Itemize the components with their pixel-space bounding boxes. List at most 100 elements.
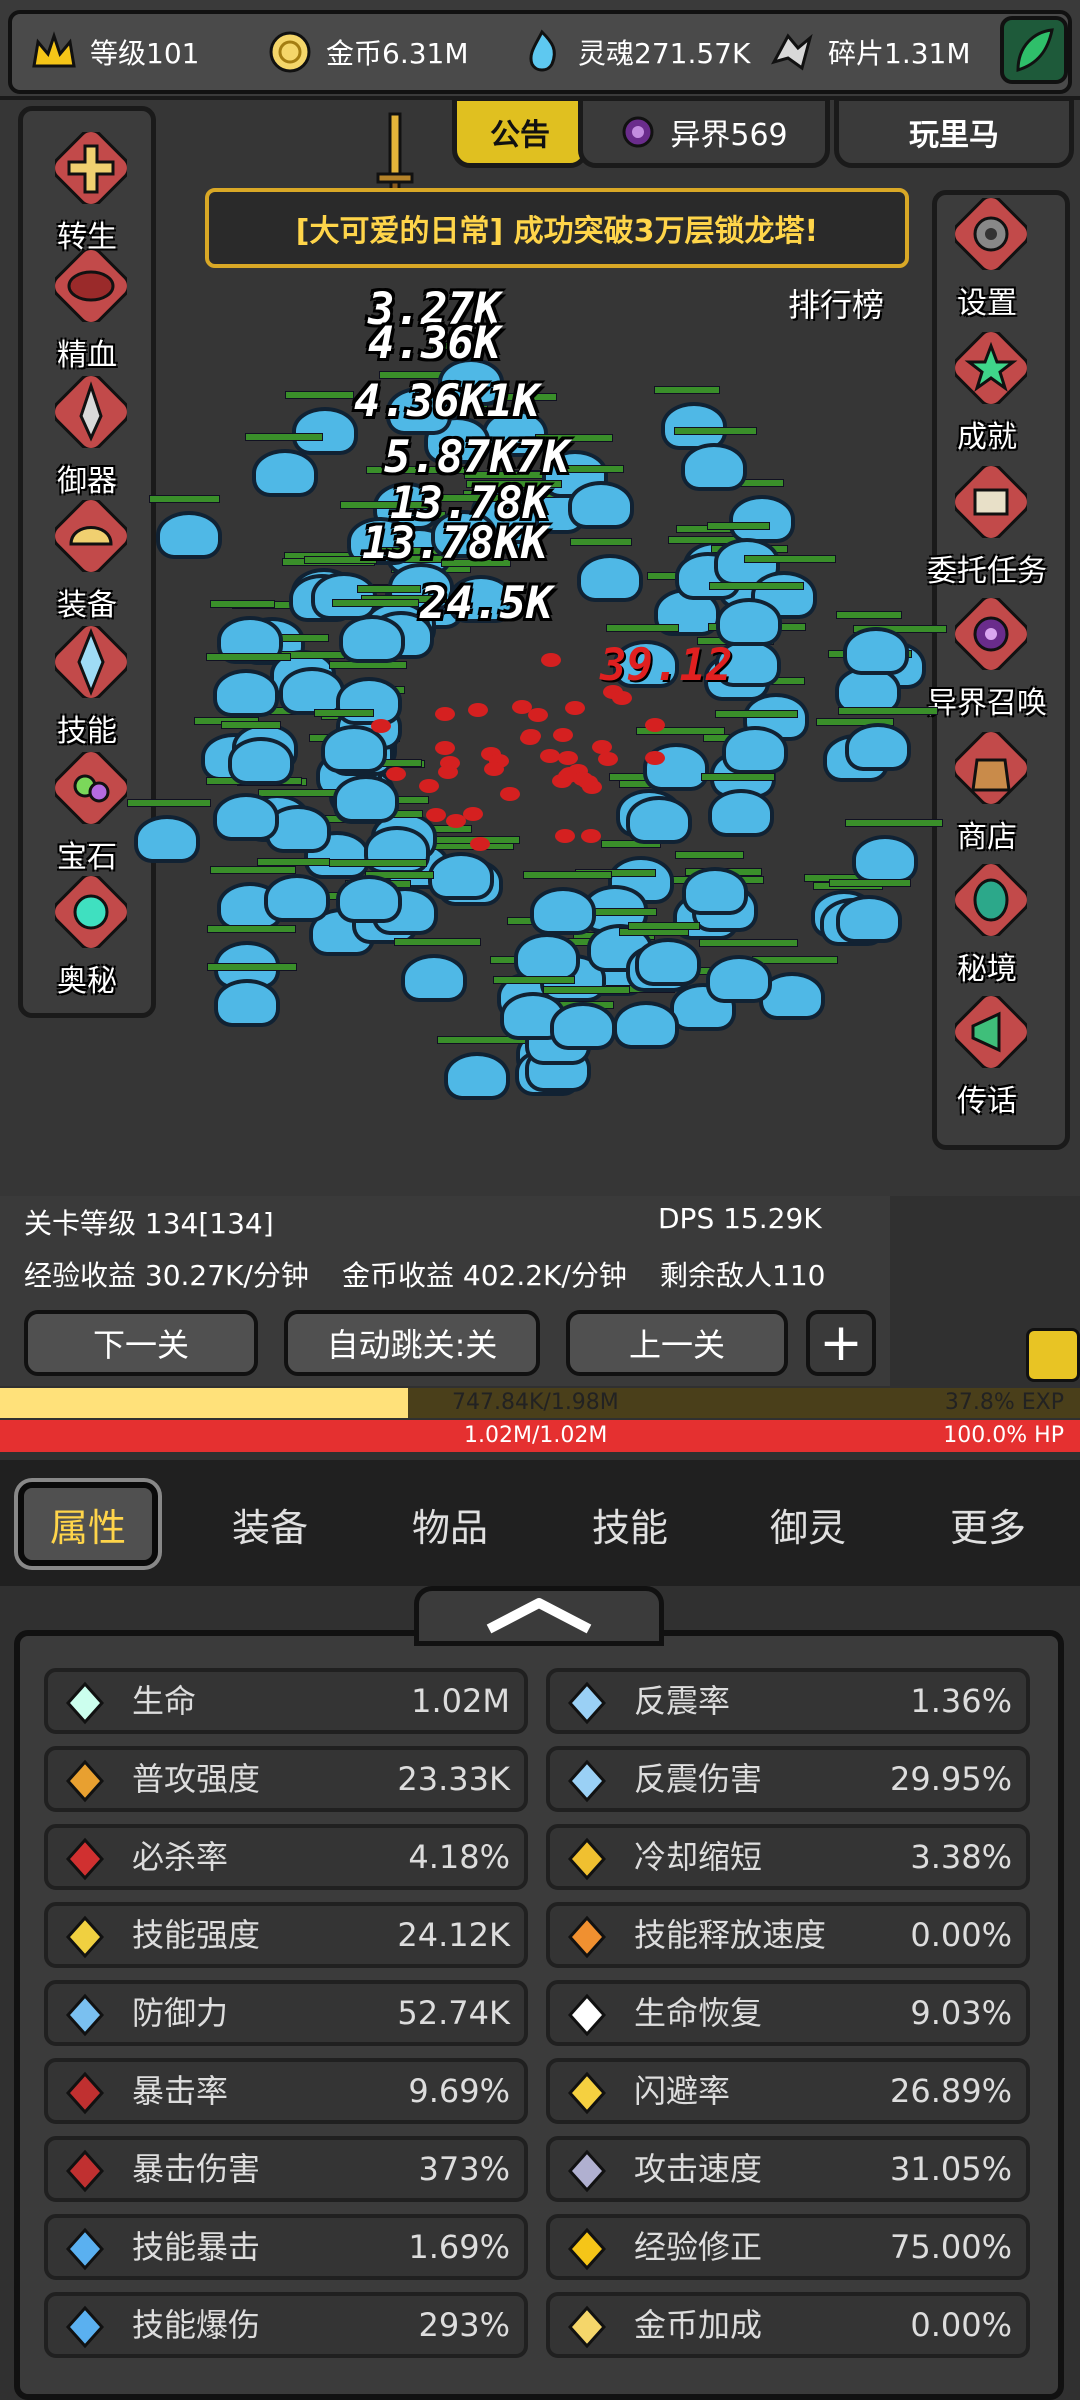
stage-level: 关卡等级 134[134] — [24, 1207, 274, 1240]
stat-row[interactable]: 技能暴击 1.69% — [44, 2214, 528, 2280]
mystery-button[interactable]: 奥秘 — [22, 876, 152, 1000]
essence-button[interactable]: 精血 — [22, 250, 152, 374]
stat-row[interactable]: 金币加成 0.00% — [546, 2292, 1030, 2358]
enemy-hp-bar — [627, 921, 700, 930]
lethal-icon — [65, 1837, 105, 1881]
otherworld-tab[interactable]: 异界569 — [578, 96, 830, 168]
blood-splatter — [425, 807, 446, 822]
equipment-button[interactable]: 装备 — [22, 500, 152, 624]
slime-enemy — [721, 726, 788, 775]
gold-bonus-icon — [567, 2305, 607, 2349]
tab-items[interactable]: 物品 — [380, 1482, 520, 1566]
damage-number: 5.87K7K — [384, 432, 570, 483]
stat-value: 24.12K — [397, 1916, 510, 1954]
blood-splatter — [511, 699, 532, 714]
leaf-menu-button[interactable] — [1000, 16, 1068, 84]
settings-button[interactable]: 设置 — [922, 198, 1052, 322]
skill-button[interactable]: 技能 — [22, 626, 152, 750]
blood-splatter — [564, 700, 585, 715]
slime-enemy — [428, 851, 495, 900]
stat-row[interactable]: 反震伤害 29.95% — [546, 1746, 1030, 1812]
secret-realm-button[interactable]: 秘境 — [922, 864, 1052, 988]
enemy-hp-bar — [357, 585, 421, 594]
stat-name: 闪避率 — [634, 2072, 731, 2110]
slime-enemy — [634, 937, 701, 986]
enemy-hp-bar — [699, 939, 798, 948]
enemy-hp-bar — [654, 386, 721, 395]
next-stage-label: 下一关 — [92, 1326, 189, 1364]
enemy-hp-bar — [606, 623, 679, 632]
critical-hit-number: 39.12 — [600, 640, 733, 691]
stat-row[interactable]: 技能爆伤 293% — [44, 2292, 528, 2358]
slime-enemy — [278, 666, 345, 715]
next-stage-button[interactable]: 下一关 — [24, 1310, 258, 1376]
tab-items-label: 物品 — [411, 1505, 488, 1550]
gold-text: 金币6.31M — [326, 37, 469, 70]
stat-name: 生命恢复 — [634, 1994, 763, 2032]
skill-crit-icon — [65, 2227, 105, 2271]
hp-text: 1.02M/1.02M — [464, 1423, 608, 1448]
achievement-button[interactable]: 成就 — [922, 332, 1052, 456]
commission-button[interactable]: 委托任务 — [922, 466, 1052, 590]
stat-row[interactable]: 普攻强度 23.33K — [44, 1746, 528, 1812]
tab-skills[interactable]: 技能 — [560, 1482, 700, 1566]
game-screen: 等级101 金币6.31M 灵魂271.57K 碎片1.31M 公告 异界569… — [0, 0, 1080, 2400]
crit-rate-icon — [65, 2071, 105, 2115]
stat-value: 75.00% — [889, 2228, 1012, 2266]
blood-splatter — [598, 751, 619, 766]
slime-enemy — [134, 815, 201, 864]
rebirth-button[interactable]: 转生 — [22, 132, 152, 256]
tab-attributes[interactable]: 属性 — [18, 1482, 158, 1566]
add-button[interactable]: + — [806, 1310, 876, 1376]
gem-button[interactable]: 宝石 — [22, 752, 152, 876]
enemy-hp-bar — [329, 859, 428, 868]
tab-equipment[interactable]: 装备 — [200, 1482, 340, 1566]
blood-splatter — [553, 727, 574, 742]
previous-stage-button[interactable]: 上一关 — [566, 1310, 788, 1376]
tab-more[interactable]: 更多 — [918, 1482, 1058, 1566]
blood-splatter — [435, 706, 456, 721]
stat-name: 生命 — [132, 1682, 197, 1720]
slime-enemy — [835, 894, 902, 943]
gear-icon — [955, 198, 1027, 270]
summon-button[interactable]: 异界召唤 — [922, 598, 1052, 722]
artifact-icon — [55, 376, 127, 448]
stat-row[interactable]: 反震率 1.36% — [546, 1668, 1030, 1734]
player-tab[interactable]: 玩里马 — [834, 96, 1074, 168]
stat-name: 反震率 — [634, 1682, 731, 1720]
enemy-hp-bar — [560, 465, 625, 474]
stat-value: 23.33K — [397, 1760, 510, 1798]
stat-row[interactable]: 防御力 52.74K — [44, 1980, 528, 2046]
stat-row[interactable]: 攻击速度 31.05% — [546, 2136, 1030, 2202]
leaderboard-link[interactable]: 排行榜 — [788, 280, 884, 326]
auto-skip-button[interactable]: 自动跳关:关 — [284, 1310, 540, 1376]
portal-icon — [955, 598, 1027, 670]
stat-row[interactable]: 生命 1.02M — [44, 1668, 528, 1734]
stat-row[interactable]: 冷却缩短 3.38% — [546, 1824, 1030, 1890]
stat-row[interactable]: 暴击伤害 373% — [44, 2136, 528, 2202]
enemy-hp-bar — [207, 963, 298, 972]
stat-row[interactable]: 必杀率 4.18% — [44, 1824, 528, 1890]
tab-skills-label: 技能 — [591, 1505, 668, 1550]
slime-enemy — [336, 875, 403, 924]
stat-row[interactable]: 技能释放速度 0.00% — [546, 1902, 1030, 1968]
shop-button[interactable]: 商店 — [922, 732, 1052, 856]
stat-row[interactable]: 生命恢复 9.03% — [546, 1980, 1030, 2046]
stat-row[interactable]: 暴击率 9.69% — [44, 2058, 528, 2124]
stat-row[interactable]: 技能强度 24.12K — [44, 1902, 528, 1968]
broadcast-button[interactable]: 传话 — [922, 996, 1052, 1120]
artifact-button[interactable]: 御器 — [22, 376, 152, 500]
notice-tab[interactable]: 公告 — [452, 96, 588, 168]
stat-row[interactable]: 经验修正 75.00% — [546, 2214, 1030, 2280]
stat-row[interactable]: 闪避率 26.89% — [546, 2058, 1030, 2124]
skill-label: 技能 — [57, 714, 117, 749]
slime-enemy — [842, 626, 909, 675]
sword-toggle-button[interactable] — [1026, 1328, 1080, 1382]
collapse-panel-button[interactable] — [414, 1586, 664, 1646]
blood-splatter — [611, 690, 632, 705]
stat-value: 1.02M — [411, 1682, 510, 1720]
megaphone-icon — [955, 996, 1027, 1068]
damage-number: 4.36K — [368, 318, 501, 369]
tab-spirits[interactable]: 御灵 — [738, 1482, 878, 1566]
achievement-label: 成就 — [957, 420, 1017, 455]
